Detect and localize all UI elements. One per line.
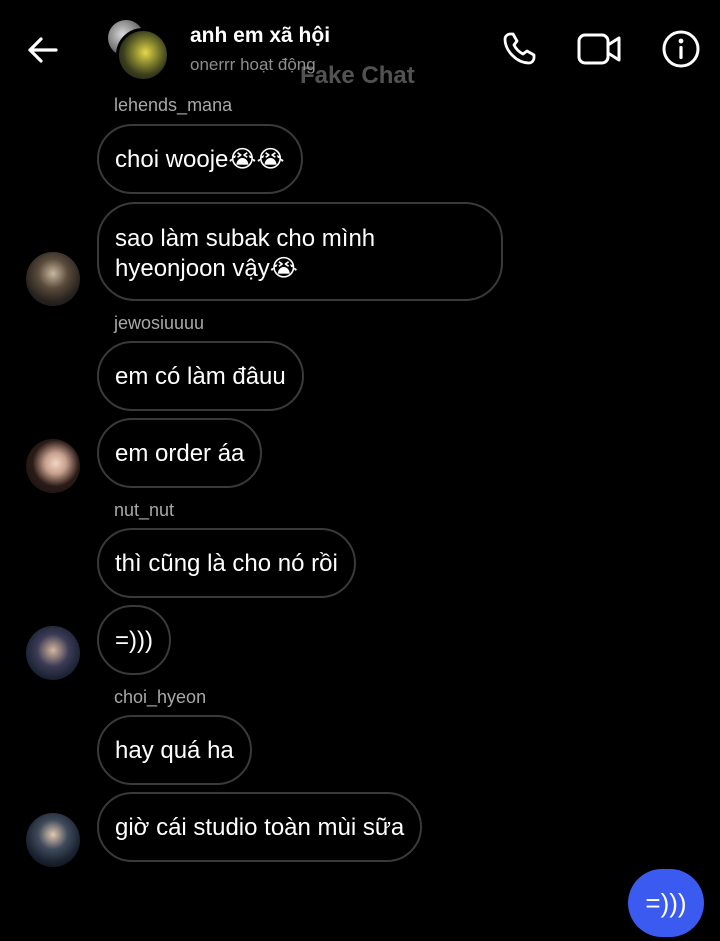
back-arrow-icon[interactable] bbox=[22, 30, 62, 70]
chat-header: anh em xã hội onerrr hoạt động Fake Chat bbox=[0, 0, 720, 96]
avatar[interactable] bbox=[26, 252, 80, 306]
active-status: onerrr hoạt động bbox=[190, 55, 316, 74]
avatar[interactable] bbox=[26, 813, 80, 867]
sender-name: nut_nut bbox=[114, 500, 175, 520]
sender-name: lehends_mana bbox=[114, 95, 233, 115]
avatar[interactable] bbox=[26, 439, 80, 493]
message-bubble[interactable]: em order áa bbox=[97, 418, 263, 488]
message-bubble[interactable]: =))) bbox=[97, 605, 171, 675]
info-icon[interactable] bbox=[658, 26, 704, 72]
sender-name: jewosiuuuu bbox=[114, 313, 205, 333]
message-bubble[interactable]: hay quá ha bbox=[97, 715, 252, 785]
sender-name: choi_hyeon bbox=[114, 687, 207, 707]
chat-title[interactable]: anh em xã hội bbox=[190, 24, 330, 48]
chat-screen: anh em xã hội onerrr hoạt động Fake Chat… bbox=[0, 0, 720, 941]
message-bubble[interactable]: choi wooje😭😭 bbox=[97, 124, 303, 194]
avatar[interactable] bbox=[26, 626, 80, 680]
message-bubble[interactable]: giờ cái studio toàn mùi sữa bbox=[97, 792, 423, 862]
message-bubble[interactable]: thì cũng là cho nó rồi bbox=[97, 528, 356, 598]
watermark: Fake Chat bbox=[300, 62, 415, 89]
message-bubble[interactable]: sao làm subak cho mình hyeonjoon vậy😭 bbox=[97, 202, 503, 301]
phone-icon[interactable] bbox=[496, 26, 542, 72]
group-avatar[interactable] bbox=[106, 20, 170, 82]
outgoing-message-bubble[interactable]: =))) bbox=[628, 869, 704, 937]
group-avatar-front bbox=[116, 28, 170, 82]
message-bubble[interactable]: em có làm đâuu bbox=[97, 341, 304, 411]
video-camera-icon[interactable] bbox=[576, 26, 622, 72]
